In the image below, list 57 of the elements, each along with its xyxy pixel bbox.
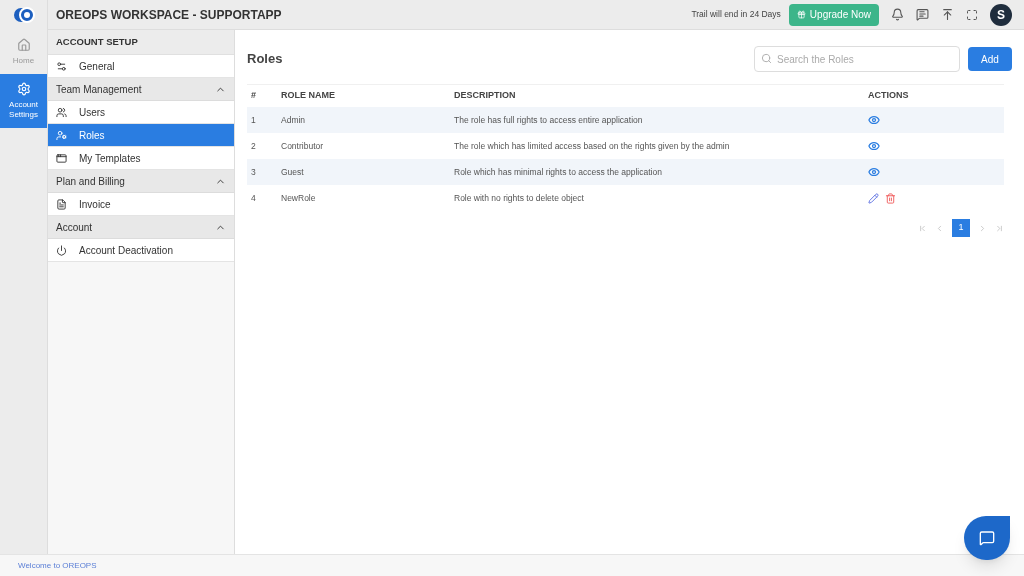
avatar[interactable]: S — [990, 3, 1012, 26]
section-header[interactable]: Team Management — [48, 78, 234, 101]
workspace-title: OREOPS WORKSPACE - SUPPORTAPP — [56, 6, 282, 24]
upload-icon[interactable] — [941, 8, 954, 21]
table-cell-text: Admin — [281, 113, 307, 127]
search-field[interactable]: Search the Roles — [754, 46, 960, 73]
item-icon — [56, 60, 67, 72]
table-cell-text: Role with no rights to delete object — [454, 191, 585, 205]
home-icon — [16, 38, 31, 52]
table-cell-text: NewRole — [281, 191, 317, 205]
section-header[interactable]: Plan and Billing — [48, 170, 234, 193]
view-icon[interactable] — [868, 166, 880, 178]
view-icon[interactable] — [868, 114, 880, 126]
edit-icon[interactable] — [868, 192, 879, 204]
item-icon — [56, 244, 67, 256]
chat-button[interactable] — [964, 516, 1010, 560]
logo-icon — [12, 6, 35, 24]
table-cell-text: 4 — [250, 191, 257, 205]
sidebar-item[interactable]: Users — [48, 101, 234, 124]
page-number[interactable]: 1 — [952, 219, 970, 237]
table-cell-text: Contributor — [281, 139, 325, 153]
sidebar-item[interactable]: Account Deactivation — [48, 239, 234, 262]
search-icon — [761, 52, 772, 64]
item-icon — [56, 152, 67, 164]
sidebar-item[interactable]: General — [48, 55, 234, 78]
table-cell-text: 1 — [250, 113, 257, 127]
delete-icon[interactable] — [885, 192, 896, 204]
add-button[interactable]: Add — [968, 47, 1012, 71]
item-icon — [56, 106, 67, 118]
fullscreen-icon[interactable] — [966, 8, 978, 21]
page-title: Roles — [247, 50, 283, 69]
notification-icon[interactable] — [891, 8, 904, 21]
settings-icon — [16, 82, 31, 96]
column-header: ACTIONS — [868, 89, 910, 103]
table-cell-text: The role has full rights to access entire application — [454, 113, 644, 127]
sidebar-item[interactable]: My Templates — [48, 147, 234, 170]
message-icon[interactable] — [916, 8, 929, 21]
footer-text: Welcome to OREOPS — [18, 559, 97, 572]
trial-notice: Trail will end in 24 Days — [691, 8, 781, 21]
item-icon — [56, 198, 67, 210]
table-cell-text: Guest — [281, 165, 305, 179]
view-icon[interactable] — [868, 140, 880, 152]
item-icon — [56, 129, 67, 141]
table-cell-text: 3 — [250, 165, 257, 179]
column-header: ROLE NAME — [281, 89, 336, 103]
section-header[interactable]: Account — [48, 216, 234, 239]
table-cell-text: Role which has minimal rights to access the application — [454, 165, 663, 179]
chat-icon — [979, 530, 995, 546]
rail-item[interactable]: Account Settings — [0, 74, 47, 128]
column-header: DESCRIPTION — [454, 89, 517, 103]
table-cell-text: 2 — [250, 139, 257, 153]
gift-icon — [796, 10, 806, 19]
sidebar-item[interactable]: Invoice — [48, 193, 234, 216]
sidebar-title: ACCOUNT SETUP — [48, 30, 234, 55]
table-cell-text: The role which has limited access based on the rights given by the admin — [454, 139, 731, 153]
column-header: # — [250, 89, 257, 103]
sidebar-item[interactable]: Roles — [48, 124, 234, 147]
